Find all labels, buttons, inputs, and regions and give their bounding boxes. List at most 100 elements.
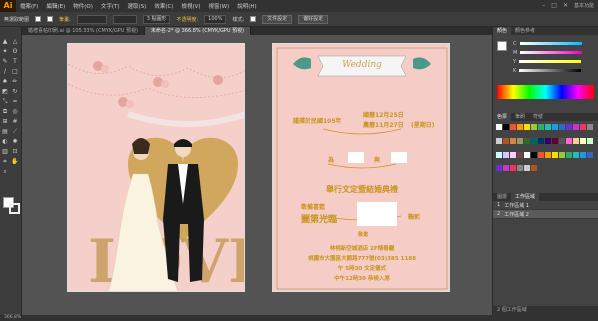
swatch-chip[interactable] — [496, 137, 502, 144]
pen-tool-icon[interactable]: ✎ — [1, 58, 9, 66]
minimize-icon[interactable]: – — [542, 2, 545, 9]
selection-tool-icon[interactable]: ▲ — [1, 38, 9, 46]
menu-file[interactable]: 檔案(F) — [16, 2, 42, 10]
tab-symbols[interactable]: 符號 — [529, 113, 547, 121]
swatch-chip[interactable] — [510, 137, 516, 144]
swatch-chip[interactable] — [559, 124, 565, 130]
tab-artboards[interactable]: 工作區域 — [511, 193, 540, 201]
swatch-chip[interactable] — [587, 124, 593, 130]
artboard-2[interactable]: Wedding 謹擇於民國105年 國曆12月25日 農曆11月27日 (星期日… — [272, 43, 450, 292]
direct-selection-tool-icon[interactable]: △ — [11, 38, 19, 46]
fill-swatch[interactable] — [35, 16, 42, 22]
magenta-slider[interactable] — [520, 51, 583, 54]
menu-edit[interactable]: 編輯(E) — [42, 2, 69, 10]
swatch-chip[interactable] — [503, 151, 509, 158]
graph-tool-icon[interactable]: ▥ — [1, 148, 9, 156]
tab-layers[interactable]: 圖層 — [493, 193, 511, 201]
magic-wand-icon[interactable]: ✦ — [1, 48, 9, 56]
menu-object[interactable]: 物件(O) — [69, 2, 97, 10]
swatch-chip[interactable] — [559, 137, 565, 144]
symbol-sprayer-icon[interactable]: ✺ — [11, 138, 19, 146]
swatch-chip[interactable] — [531, 151, 537, 158]
scale-icon[interactable]: ⤡ — [1, 98, 9, 106]
swatch-chip[interactable] — [538, 151, 544, 158]
swatch-chip[interactable] — [496, 165, 502, 172]
swatch-chip[interactable] — [573, 151, 579, 158]
zoom-tool-icon[interactable]: ⌕ — [1, 168, 9, 176]
swatch-chip[interactable] — [580, 151, 586, 158]
swatch-chip[interactable] — [531, 124, 537, 130]
color-fill-preview[interactable] — [497, 41, 507, 51]
workspace-switcher[interactable]: 基本功能 — [574, 2, 594, 9]
swatch-chip[interactable] — [566, 137, 572, 144]
swatch-chip[interactable] — [510, 124, 516, 130]
menu-effect[interactable]: 效果(C) — [150, 2, 177, 10]
canvas[interactable]: LOVE Wedding 謹擇於民國105年 國曆12月25 — [22, 35, 492, 315]
stroke-color-box[interactable] — [9, 203, 20, 214]
tab-untitled-2[interactable]: 未命名-2* @ 366.8% (CMYK/GPU 預視) — [144, 27, 252, 35]
slice-tool-icon[interactable]: ⌗ — [1, 158, 9, 166]
artboard-row-2[interactable]: 2 工作區域 2 — [493, 210, 598, 219]
swatch-chip[interactable] — [517, 165, 523, 172]
eraser-icon[interactable]: ◩ — [1, 88, 9, 96]
preferences-button[interactable]: 偏好設定 — [298, 14, 329, 24]
swatch-chip[interactable] — [545, 137, 551, 144]
swatch-chip[interactable] — [503, 165, 509, 172]
artboard-1[interactable]: LOVE — [67, 43, 245, 292]
swatch-chip[interactable] — [538, 137, 544, 144]
swatch-chip[interactable] — [566, 124, 572, 130]
swatch-chip[interactable] — [545, 151, 551, 158]
menu-help[interactable]: 說明(H) — [233, 2, 260, 10]
line-tool-icon[interactable]: / — [1, 68, 9, 76]
black-slider[interactable] — [519, 69, 582, 72]
tab-wedding-invitation[interactable]: 婚禮喜帖印刷.ai @ 105.33% (CMYK/GPU 預視) — [22, 27, 145, 35]
swatch-chip[interactable] — [531, 165, 537, 172]
swatch-chip[interactable] — [503, 124, 509, 130]
close-icon[interactable]: ✕ — [563, 2, 568, 9]
brush-select[interactable]: 3 點圓形 — [142, 14, 171, 24]
maximize-icon[interactable]: □ — [551, 2, 557, 9]
swatch-chip[interactable] — [531, 137, 537, 144]
type-tool-icon[interactable]: T — [11, 58, 19, 66]
artboard-tool-icon[interactable]: ⊡ — [11, 148, 19, 156]
swatch-chip[interactable] — [524, 124, 530, 130]
rotate-icon[interactable]: ↻ — [11, 88, 19, 96]
hand-tool-icon[interactable]: ✋ — [11, 158, 19, 166]
swatch-chip[interactable] — [496, 151, 502, 158]
menu-window[interactable]: 視窗(W) — [205, 2, 234, 10]
menu-type[interactable]: 文字(T) — [97, 2, 124, 10]
yellow-slider[interactable] — [519, 60, 582, 63]
menu-select[interactable]: 選取(S) — [124, 2, 151, 10]
tab-swatches[interactable]: 色票 — [493, 113, 512, 121]
swatch-chip[interactable] — [510, 165, 516, 172]
swatch-chip[interactable] — [496, 124, 502, 130]
tab-color[interactable]: 顏色 — [493, 27, 512, 35]
swatch-chip[interactable] — [524, 165, 530, 172]
lasso-icon[interactable]: ʘ — [11, 48, 19, 56]
swatch-chip[interactable] — [566, 151, 572, 158]
swatch-chip[interactable] — [559, 151, 565, 158]
eyedropper-icon[interactable]: ⟋ — [11, 128, 19, 136]
variable-width-field[interactable] — [112, 14, 137, 24]
swatch-chip[interactable] — [524, 137, 530, 144]
swatch-chip[interactable] — [552, 137, 558, 144]
stroke-weight-field[interactable] — [76, 14, 107, 24]
menu-view[interactable]: 檢視(V) — [177, 2, 204, 10]
document-setup-button[interactable]: 文件設定 — [262, 14, 293, 24]
swatch-chip[interactable] — [517, 151, 523, 158]
swatch-chip[interactable] — [545, 124, 551, 130]
style-swatch[interactable] — [250, 16, 257, 22]
shape-builder-icon[interactable]: ◎ — [11, 108, 19, 116]
gradient-icon[interactable]: ▤ — [1, 128, 9, 136]
blend-icon[interactable]: ◐ — [1, 138, 9, 146]
swatch-chip[interactable] — [552, 124, 558, 130]
swatch-chip[interactable] — [503, 137, 509, 144]
cyan-slider[interactable] — [519, 42, 582, 45]
width-tool-icon[interactable]: ≈ — [11, 98, 19, 106]
swatch-chip[interactable] — [587, 137, 593, 144]
tab-brushes[interactable]: 筆刷 — [511, 113, 529, 121]
artboard-row-1[interactable]: 1 工作區域 1 — [493, 201, 598, 210]
pencil-icon[interactable]: ✏ — [11, 78, 19, 86]
swatch-chip[interactable] — [580, 124, 586, 130]
swatch-chip[interactable] — [538, 124, 544, 130]
